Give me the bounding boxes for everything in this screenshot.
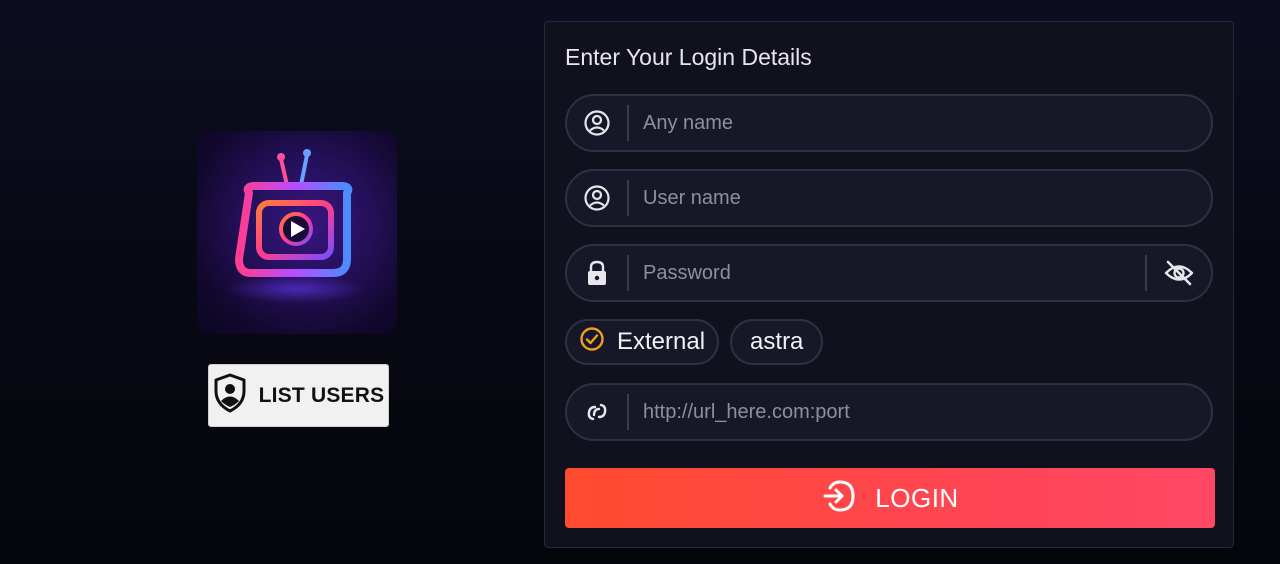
link-icon <box>567 385 627 439</box>
check-circle-icon <box>579 326 605 359</box>
option-astra-chip[interactable]: astra <box>730 319 824 365</box>
lock-icon <box>567 246 627 300</box>
tv-play-logo-icon <box>227 149 367 303</box>
option-label: astra <box>750 328 804 355</box>
eye-off-icon[interactable] <box>1147 246 1211 300</box>
user-circle-icon <box>567 96 627 150</box>
url-input[interactable] <box>629 384 1211 440</box>
url-field[interactable] <box>565 383 1213 441</box>
password-input[interactable] <box>629 245 1145 301</box>
login-button[interactable]: LOGIN <box>565 468 1215 528</box>
login-arrow-icon <box>821 478 857 519</box>
user-circle-icon <box>567 171 627 225</box>
shield-user-icon <box>213 373 247 418</box>
option-external-chip[interactable]: External <box>565 319 720 365</box>
server-type-options: External astra <box>565 319 824 365</box>
list-users-label: LIST USERS <box>258 383 385 407</box>
login-panel: Enter Your Login Details Any name User n… <box>544 21 1234 548</box>
option-label: External <box>617 328 706 355</box>
login-label: LOGIN <box>875 482 959 513</box>
password-field[interactable] <box>565 244 1213 302</box>
any-name-field[interactable] <box>565 94 1213 152</box>
user-name-field[interactable] <box>565 169 1213 227</box>
list-users-button[interactable]: LIST USERS <box>208 364 389 427</box>
panel-title: Enter Your Login Details <box>565 44 812 70</box>
any-name-input[interactable] <box>629 95 1211 151</box>
app-logo <box>197 131 397 334</box>
user-name-input[interactable] <box>629 170 1211 226</box>
